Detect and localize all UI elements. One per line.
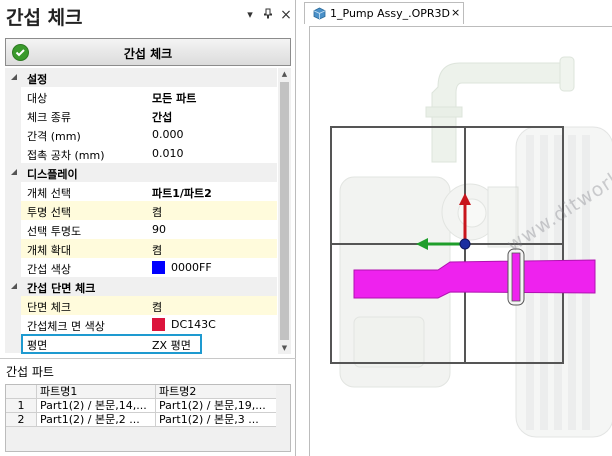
property-value[interactable]: 켬 (148, 239, 277, 258)
property-value[interactable]: 0.010 (148, 144, 277, 163)
property-name: 간격 (mm) (27, 130, 81, 143)
document-tab[interactable]: 1_Pump Assy_.OPR3D × (304, 2, 464, 24)
property-value[interactable]: 켬 (148, 201, 277, 220)
property-row-section-face-color[interactable]: 간섭체크 면 색상 DC143C (5, 315, 277, 334)
row-index: 1 (6, 399, 37, 413)
interference-check-button-label: 간섭 체크 (123, 47, 173, 61)
property-scrollbar[interactable]: ▲ ▼ (278, 68, 291, 354)
property-value[interactable]: 0.000 (148, 125, 277, 144)
panel-header: 간섭 체크 ▾ × (0, 0, 296, 32)
property-row-clearance[interactable]: 간격 (mm) 0.000 (5, 125, 277, 144)
collapse-icon[interactable] (10, 168, 18, 176)
property-name: 접촉 공차 (mm) (27, 149, 105, 162)
property-value[interactable]: 0000FF (148, 258, 277, 277)
interference-check-panel: 간섭 체크 ▾ × 간섭 체크 설정 대상 모든 파트 체크 종류 간섭 간격 … (0, 0, 296, 456)
header-part2[interactable]: 파트명2 (156, 385, 276, 399)
property-row-target[interactable]: 대상 모든 파트 (5, 87, 277, 106)
property-name: 간섭체크 면 색상 (27, 320, 105, 333)
collapse-icon[interactable] (10, 73, 18, 81)
property-row-object-select[interactable]: 개체 선택 파트1/파트2 (5, 182, 277, 201)
splitter[interactable] (0, 358, 296, 359)
header-part1[interactable]: 파트명1 (37, 385, 156, 399)
row-index: 2 (6, 413, 37, 427)
property-name: 선택 투명도 (27, 225, 82, 238)
property-value[interactable]: 파트1/파트2 (148, 182, 277, 201)
header-index (6, 385, 37, 399)
cell-part2[interactable]: Part1(2) / 본문,19,... (156, 399, 276, 413)
parts-section-label: 간섭 파트 (6, 365, 54, 379)
property-value[interactable]: 켬 (148, 296, 277, 315)
property-name: 체크 종류 (27, 111, 71, 124)
cell-part1[interactable]: Part1(2) / 본문,14,... (37, 399, 156, 413)
color-value: 0000FF (171, 261, 212, 274)
table-scrollbar[interactable] (278, 385, 290, 451)
pin-icon[interactable] (261, 8, 275, 22)
table-header: 파트명1 파트명2 (6, 385, 276, 399)
color-swatch[interactable] (152, 261, 165, 274)
scroll-down-icon[interactable]: ▼ (278, 342, 291, 354)
collapse-icon[interactable] (10, 282, 18, 290)
interference-check-button[interactable]: 간섭 체크 (5, 38, 291, 66)
3d-model-icon (313, 7, 326, 20)
property-name: 개체 확대 (27, 244, 71, 257)
property-name: 개체 선택 (27, 187, 71, 200)
interference-parts-table: 파트명1 파트명2 1 Part1(2) / 본문,14,... Part1(2… (5, 384, 291, 452)
table-row[interactable]: 2 Part1(2) / 본문,2 ... Part1(2) / 본문,3 ..… (6, 413, 276, 427)
3d-viewport[interactable] (309, 26, 612, 456)
category-settings[interactable]: 설정 (5, 68, 277, 87)
category-section-check[interactable]: 간섭 단면 체크 (5, 277, 277, 296)
property-row-select-transparency[interactable]: 선택 투명도 90 (5, 220, 277, 239)
property-value[interactable]: 90 (148, 220, 277, 239)
pump-assembly-model (330, 56, 612, 438)
property-value[interactable]: 간섭 (148, 106, 277, 125)
color-swatch[interactable] (152, 318, 165, 331)
property-row-transparent-select[interactable]: 투명 선택 켬 (5, 201, 277, 220)
document-tab-label: 1_Pump Assy_.OPR3D (330, 7, 451, 20)
property-row-section-check[interactable]: 단면 체크 켬 (5, 296, 277, 315)
property-row-contact-tolerance[interactable]: 접촉 공차 (mm) 0.010 (5, 144, 277, 163)
close-panel-icon[interactable]: × (279, 8, 293, 22)
property-name: 투명 선택 (27, 206, 71, 219)
property-row-object-zoom[interactable]: 개체 확대 켬 (5, 239, 277, 258)
table-row[interactable]: 1 Part1(2) / 본문,14,... Part1(2) / 본문,19,… (6, 399, 276, 413)
plane-highlight-box (21, 334, 202, 354)
category-label: 설정 (27, 73, 48, 86)
cell-part1[interactable]: Part1(2) / 본문,2 ... (37, 413, 156, 427)
property-value[interactable]: DC143C (148, 315, 277, 334)
property-value[interactable]: 모든 파트 (148, 87, 277, 106)
category-display[interactable]: 디스플레이 (5, 163, 277, 182)
cell-part2[interactable]: Part1(2) / 본문,3 ... (156, 413, 276, 427)
scroll-up-icon[interactable]: ▲ (278, 68, 291, 80)
property-grid: 설정 대상 모든 파트 체크 종류 간섭 간격 (mm) 0.000 접촉 공차… (5, 68, 277, 354)
close-tab-icon[interactable]: × (451, 6, 460, 19)
color-value: DC143C (171, 318, 216, 331)
panel-menu-icon[interactable]: ▾ (243, 8, 257, 22)
property-row-check-type[interactable]: 체크 종류 간섭 (5, 106, 277, 125)
property-name: 단면 체크 (27, 301, 71, 314)
scroll-thumb[interactable] (280, 82, 289, 340)
property-name: 대상 (27, 92, 48, 105)
document-area: 1_Pump Assy_.OPR3D × (298, 0, 612, 456)
panel-title: 간섭 체크 (6, 7, 83, 29)
category-label: 간섭 단면 체크 (27, 282, 96, 295)
property-row-interference-color[interactable]: 간섭 색상 0000FF (5, 258, 277, 277)
category-label: 디스플레이 (27, 168, 78, 181)
property-name: 간섭 색상 (27, 263, 71, 276)
